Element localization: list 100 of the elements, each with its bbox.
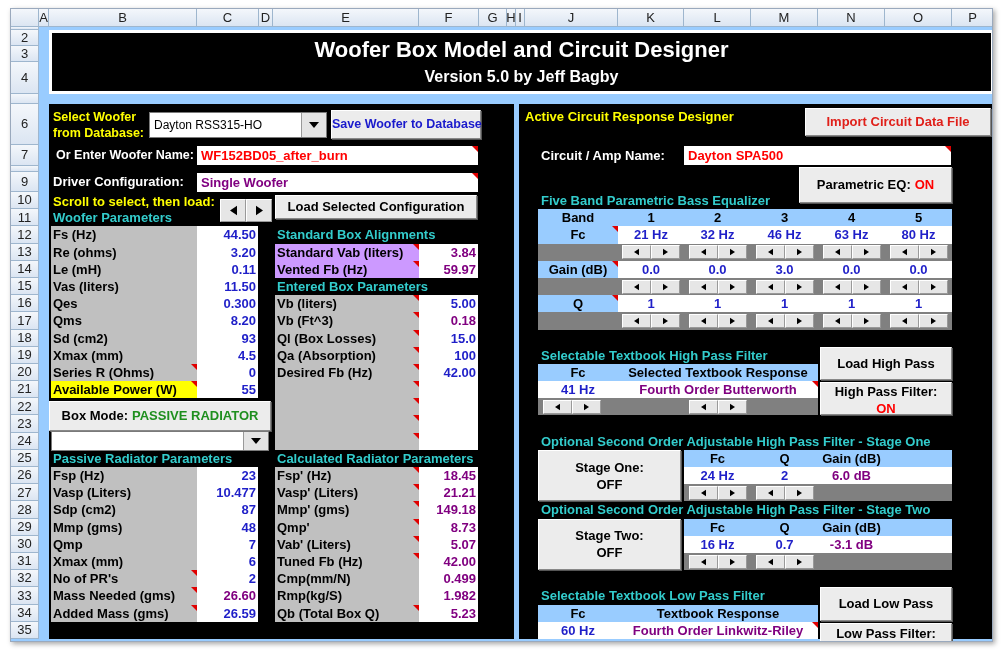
left-arrow-icon [834,248,840,257]
parameter-value: 149.18 [419,501,478,519]
dropdown-arrow-button[interactable] [301,112,326,137]
parameter-label: Mass Needed (gms) [51,587,197,605]
box-mode-button[interactable]: Box Mode: PASSIVE RADIATOR [49,401,271,431]
table-cell: 41 Hz [538,381,618,399]
column-header: 3 [751,209,818,227]
parameter-label: Fsp' (Hz) [275,467,419,485]
column-header[interactable]: F [419,9,479,27]
field-label: Scroll to select, then load: [52,193,216,210]
left-arrow-icon [229,205,237,217]
row-header[interactable]: 6 [11,104,39,145]
dropdown[interactable] [51,431,269,452]
row-header[interactable]: 7 [11,145,39,166]
left-arrow-icon [700,557,706,566]
name-field[interactable]: WF152BD05_after_burn [197,146,478,165]
row-header[interactable]: 17 [11,312,39,330]
load-filter-button[interactable]: Load High Pass [820,346,952,381]
left-arrow-icon [767,282,773,291]
column-header[interactable]: M [751,9,818,27]
parameter-value: 0.18 [419,312,478,330]
scroll-right-button[interactable] [651,245,680,260]
column-header[interactable]: N [818,9,885,27]
scroll-right-button[interactable] [851,245,881,260]
row-header[interactable]: 22 [11,398,39,416]
scroll-left-button[interactable] [822,245,852,260]
left-arrow-icon [901,282,907,291]
row-header[interactable]: 21 [11,381,39,399]
scroll-right-button[interactable] [784,245,814,260]
section-title: Calculated Radiator Parameters [276,449,475,467]
column-header[interactable]: C [197,9,259,27]
scroll-left-button[interactable] [622,245,651,260]
field-label: Or Enter Woofer Name: [55,147,195,165]
row-header[interactable]: 33 [11,587,39,605]
column-header[interactable]: E [273,9,419,27]
eq-toggle-button[interactable]: Parametric EQ: ON [799,167,952,204]
column-header[interactable]: B [49,9,197,27]
section-title: Optional Second Order Adjustable High Pass Filter - Stage One [540,432,932,450]
row-header[interactable]: 26 [11,467,39,485]
table-cell: 63 Hz [818,226,885,244]
row-header[interactable]: 28 [11,501,39,519]
column-header[interactable]: P [952,9,992,27]
parameter-value: 18.45 [419,467,478,485]
left-arrow-icon [767,557,773,566]
scroll-left-button[interactable] [688,245,718,260]
filter-toggle-button[interactable]: High Pass Filter: ON [820,382,952,416]
right-arrow-icon [796,248,802,257]
parameter-label: Sdp (cm2) [51,501,197,519]
section-title: Selectable Textbook High Pass Filter [540,346,769,364]
section-title: Standard Box Alignments [276,226,437,244]
row-label: Q [538,295,618,313]
stage-toggle-button[interactable]: Stage Two: OFF [538,518,681,571]
left-arrow-icon [701,402,706,411]
parameter-value: 2 [197,570,258,588]
scroll-right-button[interactable] [717,245,747,260]
row-header[interactable]: 16 [11,295,39,313]
load-filter-button[interactable]: Load Low Pass [820,587,952,621]
row-header[interactable]: 4 [11,62,39,94]
row-header[interactable]: 23 [11,415,39,433]
scroll-left-button[interactable] [220,199,246,223]
caret-icon [309,121,319,128]
row-header[interactable]: 32 [11,570,39,588]
parameter-value: 10.477 [197,484,258,502]
row-header[interactable]: 11 [11,209,39,227]
scroll-right-button[interactable] [246,199,272,223]
row-header[interactable]: 10 [11,192,39,210]
column-header[interactable]: K [618,9,684,27]
row-header[interactable]: 9 [11,172,39,192]
scroll-left-button[interactable] [889,245,919,260]
right-arrow-icon [729,557,735,566]
stage-toggle-button[interactable]: Stage One: OFF [538,449,681,502]
parameter-value: 0.300 [197,295,258,313]
column-header[interactable]: O [885,9,952,27]
right-arrow-icon [796,316,802,325]
parameter-value: 55 [197,381,258,399]
woofer-dropdown[interactable]: Dayton RSS315-HO [149,111,327,138]
left-arrow-icon [700,282,706,291]
name-field[interactable]: Dayton SPA500 [684,146,951,165]
parameter-label: Vasp (Liters) [51,484,197,502]
right-arrow-icon [663,316,668,325]
row-header[interactable]: 27 [11,484,39,502]
scroll-left-button[interactable] [755,245,785,260]
right-arrow-icon [930,316,936,325]
load-configuration-button[interactable]: Load Selected Configuration [275,195,477,219]
column-header[interactable]: G [479,9,507,27]
row-header[interactable]: 3 [11,46,39,62]
section-title: Woofer Parameters [52,209,173,227]
import-button[interactable]: Import Circuit Data File [805,108,991,136]
column-header[interactable]: D [259,9,273,27]
table-cell: 6.0 dB [818,467,885,485]
right-arrow-icon [863,248,869,257]
column-header[interactable]: L [684,9,751,27]
right-arrow-icon [863,282,869,291]
column-header[interactable]: J [525,9,618,27]
row-header[interactable]: 2 [11,30,39,46]
column-header: 5 [885,209,952,227]
row-header[interactable]: 12 [11,226,39,244]
scroll-right-button[interactable] [918,245,948,260]
dropdown-arrow-button[interactable] [243,432,268,451]
field-label: Circuit / Amp Name: [540,146,666,165]
